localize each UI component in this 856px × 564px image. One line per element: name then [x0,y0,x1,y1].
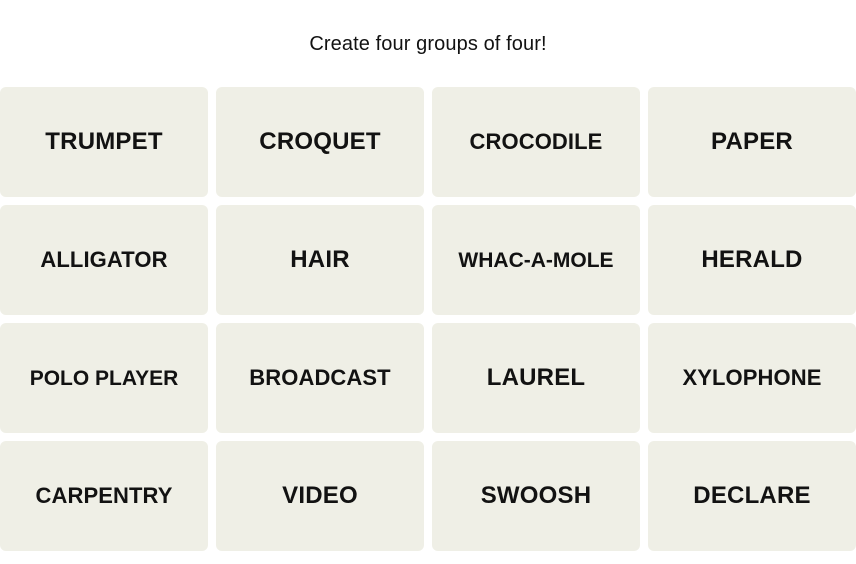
word-tile[interactable]: LAUREL [432,323,640,433]
instruction-bar: Create four groups of four! [0,0,856,87]
word-tile-label: CROQUET [259,128,381,155]
word-tile[interactable]: CROQUET [216,87,424,197]
word-tile-grid: TRUMPET CROQUET CROCODILE PAPER ALLIGATOR HAI… [0,87,856,551]
word-tile-label: POLO PLAYER [29,366,179,390]
word-tile-label: WHAC-A-MOLE [458,248,614,272]
word-tile-label: CROCODILE [469,129,603,154]
word-tile[interactable]: DECLARE [648,441,856,551]
word-tile[interactable]: POLO PLAYER [0,323,208,433]
word-tile[interactable]: XYLOPHONE [648,323,856,433]
word-tile[interactable]: HAIR [216,205,424,315]
word-tile[interactable]: PAPER [648,87,856,197]
word-tile-label: LAUREL [486,364,586,391]
word-tile-label: SWOOSH [480,482,592,509]
word-tile-label: VIDEO [282,482,358,509]
word-tile-label: ALLIGATOR [40,247,168,272]
word-tile[interactable]: SWOOSH [432,441,640,551]
word-tile[interactable]: VIDEO [216,441,424,551]
word-tile-label: HAIR [290,246,350,273]
word-tile-label: BROADCAST [249,365,391,390]
word-tile-label: PAPER [711,128,793,155]
word-tile-label: XYLOPHONE [682,365,822,390]
word-tile-label: HERALD [701,246,803,273]
word-tile[interactable]: BROADCAST [216,323,424,433]
word-tile[interactable]: TRUMPET [0,87,208,197]
word-tile-label: TRUMPET [45,128,163,155]
word-tile[interactable]: CROCODILE [432,87,640,197]
word-tile[interactable]: WHAC-A-MOLE [432,205,640,315]
puzzle-app: Create four groups of four! TRUMPET CROQU… [0,0,856,564]
word-tile[interactable]: ALLIGATOR [0,205,208,315]
word-tile[interactable]: CARPENTRY [0,441,208,551]
word-tile-label: CARPENTRY [35,483,173,508]
page-title: Create four groups of four! [309,32,547,55]
word-tile-label: DECLARE [693,482,811,509]
word-tile[interactable]: HERALD [648,205,856,315]
